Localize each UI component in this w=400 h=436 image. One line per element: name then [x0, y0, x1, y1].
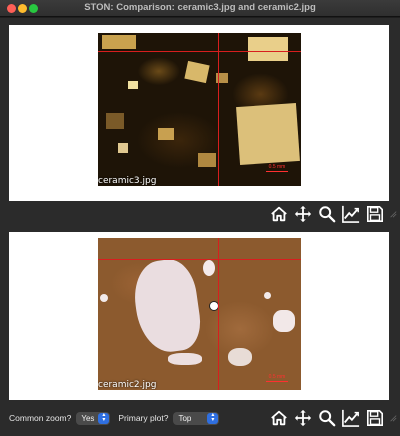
grain — [128, 81, 138, 89]
resize-grip-icon[interactable] — [386, 407, 400, 429]
grain — [106, 113, 124, 129]
image-label: ceramic2.jpg — [98, 380, 157, 390]
home-button[interactable] — [267, 407, 290, 429]
plot-toolbar-bottom — [266, 405, 400, 431]
grain — [198, 153, 216, 167]
crosshair-vertical — [218, 238, 219, 390]
common-zoom-value: Yes — [81, 413, 95, 423]
grain — [158, 128, 174, 140]
grain — [168, 353, 202, 365]
grain — [264, 292, 271, 299]
ceramic3-image[interactable]: 0.5 mm ceramic3.jpg — [98, 33, 301, 186]
pan-icon — [294, 409, 311, 427]
title-bar: STON: Comparison: ceramic3.jpg and ceram… — [0, 0, 400, 17]
crosshair-vertical — [218, 33, 219, 186]
primary-plot-label: Primary plot? — [118, 413, 169, 423]
resize-grip-icon[interactable] — [386, 203, 400, 225]
grain — [100, 294, 108, 302]
grain — [228, 348, 252, 366]
grain — [248, 37, 288, 61]
zoom-button[interactable] — [315, 203, 338, 225]
chevron-updown-icon: ▴ ▾ — [98, 412, 110, 424]
zoom-button[interactable] — [315, 407, 338, 429]
scale-bar: 0.5 mm — [266, 164, 288, 172]
zoom-icon — [318, 206, 335, 223]
crosshair-horizontal — [98, 51, 301, 52]
home-icon — [270, 410, 287, 426]
bottom-plot-canvas[interactable]: 0.5 mm ceramic2.jpg — [9, 232, 389, 400]
primary-plot-select[interactable]: Top ▴ ▾ — [173, 411, 220, 425]
pan-button[interactable] — [291, 407, 314, 429]
save-button[interactable] — [363, 203, 386, 225]
grain — [184, 60, 210, 84]
scale-bar: 0.5 mm — [266, 374, 288, 382]
ceramic2-image[interactable]: 0.5 mm ceramic2.jpg — [98, 238, 301, 390]
grain — [210, 302, 218, 310]
subplots-icon — [341, 205, 359, 223]
save-icon — [366, 205, 383, 223]
zoom-icon — [318, 410, 335, 427]
common-zoom-select[interactable]: Yes ▴ ▾ — [76, 411, 111, 425]
image-label: ceramic3.jpg — [98, 176, 157, 186]
plot-toolbar-top — [266, 201, 400, 227]
grain — [118, 143, 128, 153]
subplots-icon — [341, 409, 359, 427]
subplots-button[interactable] — [339, 407, 362, 429]
window-title: STON: Comparison: ceramic3.jpg and ceram… — [84, 2, 316, 13]
top-plot-canvas[interactable]: 0.5 mm ceramic3.jpg — [9, 25, 389, 201]
crosshair-horizontal — [98, 259, 301, 260]
grain — [203, 260, 215, 276]
home-icon — [270, 206, 287, 222]
primary-plot-value: Top — [178, 413, 192, 423]
subplots-button[interactable] — [339, 203, 362, 225]
pan-icon — [294, 205, 311, 223]
grain — [273, 310, 295, 332]
pan-button[interactable] — [291, 203, 314, 225]
comparison-controls: Common zoom? Yes ▴ ▾ Primary plot? Top ▴ ▾ — [9, 410, 220, 426]
grain — [129, 256, 205, 356]
grain — [102, 35, 136, 49]
chevron-updown-icon: ▴ ▾ — [207, 412, 219, 424]
save-icon — [366, 409, 383, 427]
save-button[interactable] — [363, 407, 386, 429]
common-zoom-label: Common zoom? — [9, 413, 72, 423]
home-button[interactable] — [267, 203, 290, 225]
grain — [236, 102, 300, 166]
